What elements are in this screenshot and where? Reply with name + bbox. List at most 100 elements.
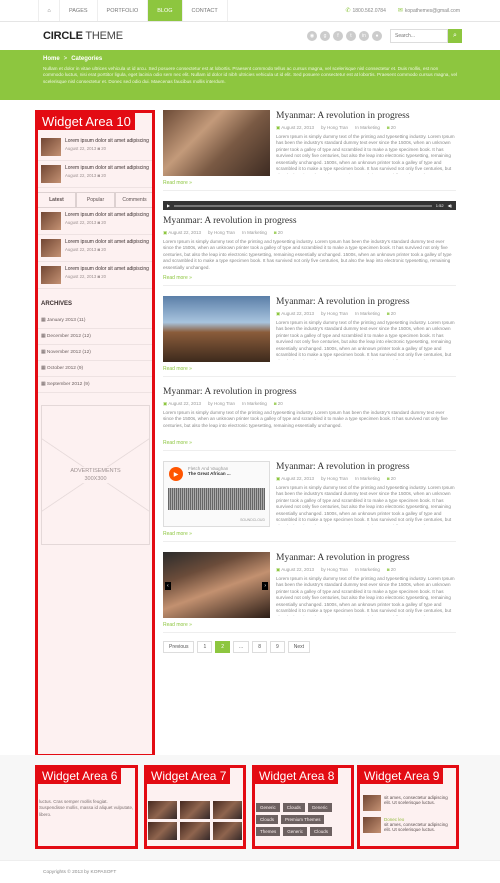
widget-area-8-label: Widget Area 8	[255, 768, 339, 784]
pager-next[interactable]: Next	[287, 641, 311, 653]
play-icon[interactable]: ▶	[167, 203, 170, 208]
nav-blog[interactable]: BLOG	[148, 0, 183, 21]
post: Myanmar: A revolution in progress ▣ Augu…	[163, 387, 456, 451]
logo[interactable]: CIRCLE THEME	[43, 30, 123, 42]
read-more-link[interactable]: Read more »	[163, 531, 456, 537]
home-icon[interactable]: ⌂	[38, 0, 60, 21]
post-author[interactable]: by Hong Tran	[321, 567, 348, 573]
post-title[interactable]: Myanmar: A revolution in progress	[163, 387, 456, 397]
post-category[interactable]: In Marketing	[242, 230, 267, 236]
linkedin-icon[interactable]: in	[359, 31, 369, 41]
phone: ✆ 1800.562.0784	[345, 7, 385, 14]
nav-contact[interactable]: CONTACT	[183, 0, 228, 21]
read-more-link[interactable]: Read more »	[163, 622, 456, 628]
pager-page[interactable]: 9	[269, 641, 285, 653]
post-comments[interactable]: 20	[278, 230, 283, 235]
post-title[interactable]: Myanmar: A revolution in progress	[276, 553, 456, 563]
post-author[interactable]: by Hong Tran	[208, 401, 235, 407]
flickr-icon[interactable]: ●	[372, 31, 382, 41]
top-bar: ⌂ PAGES PORTFOLIO BLOG CONTACT ✆ 1800.562…	[0, 0, 500, 22]
sc-track: The Great African ...	[188, 471, 231, 476]
post-date: August 22, 2013	[281, 567, 315, 572]
pager-prev[interactable]: Previous	[163, 641, 195, 653]
pagination: Previous 1 2 ... 8 9 Next	[163, 641, 456, 653]
post-excerpt: Lorem Ipsum is simply dummy text of the …	[276, 320, 455, 360]
pager-page[interactable]: 1	[197, 641, 213, 653]
copyright: Copyrights © 2013 by KOPASOFT	[43, 870, 117, 875]
pager-page-current[interactable]: 2	[215, 641, 231, 653]
post: Myanmar: A revolution in progress ▣ Augu…	[163, 110, 456, 191]
post-meta: ▣ August 22, 2013 by Hong Tran In Marketin…	[276, 567, 456, 573]
twitter-icon[interactable]: t	[346, 31, 356, 41]
waveform[interactable]	[168, 488, 265, 510]
top-nav: ⌂ PAGES PORTFOLIO BLOG CONTACT	[38, 0, 228, 21]
post-date: August 22, 2013	[281, 125, 315, 130]
post-category[interactable]: In Marketing	[355, 311, 380, 317]
slider-next-icon[interactable]: ›	[262, 582, 268, 590]
post-comments[interactable]: 20	[391, 476, 396, 481]
banner-text: Nullam et dolor in vitae ultrices vehicu…	[43, 66, 458, 84]
logo-light: THEME	[82, 30, 123, 42]
volume-icon[interactable]: ◀)	[448, 203, 452, 208]
breadcrumb-home[interactable]: Home	[43, 56, 60, 62]
site-footer: Copyrights © 2013 by KOPASOFT	[0, 860, 500, 883]
contact-info: ✆ 1800.562.0784 ✉ kopathemes@gmail.com	[345, 0, 460, 21]
nav-portfolio[interactable]: PORTFOLIO	[98, 0, 149, 21]
read-more-link[interactable]: Read more »	[163, 440, 456, 446]
email-address[interactable]: kopathemes@gmail.com	[405, 8, 460, 14]
audio-player[interactable]: ▶ 1:52 ◀)	[163, 201, 456, 210]
post-author[interactable]: by Hong Tran	[321, 476, 348, 482]
post-comments[interactable]: 20	[278, 401, 283, 406]
facebook-icon[interactable]: f	[333, 31, 343, 41]
read-more-link[interactable]: Read more »	[163, 180, 456, 186]
post-excerpt: Lorem Ipsum is simply dummy text of the …	[276, 134, 455, 174]
post-category[interactable]: In Marketing	[355, 567, 380, 573]
post-excerpt: Lorem Ipsum is simply dummy text of the …	[163, 410, 448, 428]
post-comments[interactable]: 20	[391, 567, 396, 572]
play-icon[interactable]: ▶	[169, 467, 183, 481]
post-author[interactable]: by Hong Tran	[208, 230, 235, 236]
post-category[interactable]: In Marketing	[242, 401, 267, 407]
widget-area-7-overlay: Widget Area 7	[144, 765, 246, 849]
widget-area-10-overlay: Widget Area 10	[35, 110, 155, 757]
read-more-link[interactable]: Read more »	[163, 275, 456, 281]
phone-icon: ✆	[345, 8, 351, 14]
post-author[interactable]: by Hong Tran	[321, 125, 348, 131]
post-title[interactable]: Myanmar: A revolution in progress	[163, 216, 456, 226]
nav-pages[interactable]: PAGES	[60, 0, 98, 21]
email[interactable]: ✉ kopathemes@gmail.com	[398, 7, 460, 14]
post: Myanmar: A revolution in progress ▣ Augu…	[163, 296, 456, 377]
widget-area-9-overlay: Widget Area 9	[357, 765, 459, 849]
post-slider[interactable]: ‹ ›	[163, 552, 270, 618]
search-icon[interactable]: ⌕	[448, 29, 462, 43]
google-icon[interactable]: g	[320, 31, 330, 41]
audio-progress[interactable]	[174, 204, 432, 207]
widget-area-9-label: Widget Area 9	[360, 768, 444, 784]
logo-bold: CIRCLE	[43, 30, 83, 42]
breadcrumb-separator: >	[63, 56, 68, 62]
post-image[interactable]	[163, 296, 270, 362]
site-header: CIRCLE THEME ◉ g f t in ● ⌕	[0, 22, 500, 50]
post-category[interactable]: In Marketing	[355, 125, 380, 131]
post-title[interactable]: Myanmar: A revolution in progress	[276, 297, 456, 307]
post-excerpt: Lorem Ipsum is simply dummy text of the …	[276, 485, 455, 525]
post-image[interactable]	[163, 110, 270, 176]
post-meta: ▣ August 22, 2013 by Hong Tran In Marketin…	[163, 401, 456, 407]
soundcloud-player[interactable]: ▶ Fletch And Vaughan The Great African .…	[163, 461, 270, 527]
rss-icon[interactable]: ◉	[307, 31, 317, 41]
post-meta: ▣ August 22, 2013 by Hong Tran In Marketin…	[276, 311, 456, 317]
audio-time: 1:52	[435, 203, 444, 208]
post-excerpt: Lorem Ipsum is simply dummy text of the …	[163, 239, 452, 270]
post-author[interactable]: by Hong Tran	[321, 311, 348, 317]
footer-widgets: luctus. Cras semper mollis feugiat. Susp…	[0, 755, 500, 860]
post-comments[interactable]: 20	[391, 311, 396, 316]
post-title[interactable]: Myanmar: A revolution in progress	[276, 462, 456, 472]
post-comments[interactable]: 20	[391, 125, 396, 130]
post-title[interactable]: Myanmar: A revolution in progress	[276, 111, 456, 121]
slider-prev-icon[interactable]: ‹	[165, 582, 171, 590]
read-more-link[interactable]: Read more »	[163, 366, 456, 372]
search-box: ⌕	[390, 29, 462, 43]
post-category[interactable]: In Marketing	[355, 476, 380, 482]
search-input[interactable]	[390, 29, 448, 43]
pager-page[interactable]: 8	[252, 641, 267, 653]
